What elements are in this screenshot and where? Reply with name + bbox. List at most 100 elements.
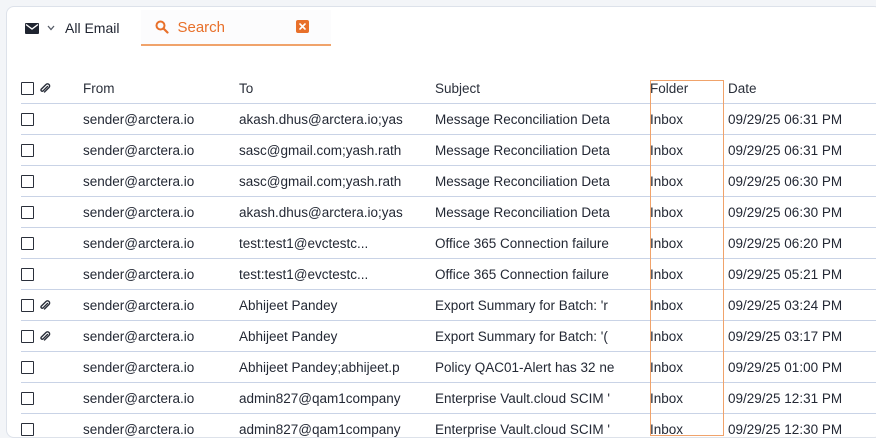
table-row[interactable]: sender@arctera.ioAbhijeet Pandey;abhijee… <box>21 352 876 383</box>
row-checkbox[interactable] <box>21 423 34 436</box>
email-table: From To Subject Folder Date sender@arcte… <box>21 73 876 438</box>
table-row[interactable]: sender@arctera.iosasc@gmail.com;yash.rat… <box>21 135 876 166</box>
row-checkbox[interactable] <box>21 175 34 188</box>
row-from: sender@arctera.io <box>83 414 239 438</box>
table-row[interactable]: sender@arctera.ioadmin827@qam1companyEnt… <box>21 414 876 438</box>
row-to: akash.dhus@arctera.io;yas <box>239 197 435 228</box>
row-folder: Inbox <box>645 352 723 383</box>
row-checkbox-cell <box>21 259 39 290</box>
row-attachment-cell <box>39 104 83 135</box>
row-to: test:test1@evctestc... <box>239 259 435 290</box>
row-from: sender@arctera.io <box>83 166 239 197</box>
row-checkbox[interactable] <box>21 330 34 343</box>
column-header-from[interactable]: From <box>83 73 239 104</box>
row-checkbox-cell <box>21 228 39 259</box>
table-row[interactable]: sender@arctera.iotest:test1@evctestc...O… <box>21 259 876 290</box>
row-to: Abhijeet Pandey <box>239 321 435 352</box>
row-date: 09/29/25 06:31 PM <box>723 104 876 135</box>
envelope-icon <box>25 23 39 34</box>
folder-selector[interactable]: All Email <box>25 13 119 43</box>
row-date: 09/29/25 01:00 PM <box>723 352 876 383</box>
row-attachment-cell <box>39 352 83 383</box>
row-attachment-cell <box>39 290 83 321</box>
row-checkbox[interactable] <box>21 206 34 219</box>
row-folder: Inbox <box>645 290 723 321</box>
table-row[interactable]: sender@arctera.ioadmin827@qam1companyEnt… <box>21 383 876 414</box>
row-date: 09/29/25 06:30 PM <box>723 197 876 228</box>
row-subject: Office 365 Connection failure <box>435 228 645 259</box>
row-from: sender@arctera.io <box>83 104 239 135</box>
row-folder: Inbox <box>645 104 723 135</box>
table-row[interactable]: sender@arctera.ioAbhijeet PandeyExport S… <box>21 321 876 352</box>
column-header-folder[interactable]: Folder <box>645 73 723 104</box>
chevron-down-icon <box>47 25 55 31</box>
column-header-date[interactable]: Date <box>723 73 876 104</box>
row-date: 09/29/25 12:31 PM <box>723 383 876 414</box>
row-from: sender@arctera.io <box>83 352 239 383</box>
row-date: 09/29/25 03:24 PM <box>723 290 876 321</box>
row-attachment-cell <box>39 321 83 352</box>
column-header-to[interactable]: To <box>239 73 435 104</box>
column-header-subject[interactable]: Subject <box>435 73 645 104</box>
row-subject: Enterprise Vault.cloud SCIM ' <box>435 383 645 414</box>
row-folder: Inbox <box>645 383 723 414</box>
row-folder: Inbox <box>645 197 723 228</box>
row-folder: Inbox <box>645 166 723 197</box>
row-checkbox[interactable] <box>21 113 34 126</box>
select-all-cell <box>21 73 39 104</box>
row-checkbox[interactable] <box>21 361 34 374</box>
row-folder: Inbox <box>645 135 723 166</box>
row-subject: Enterprise Vault.cloud SCIM ' <box>435 414 645 438</box>
row-attachment-cell <box>39 414 83 438</box>
table-row[interactable]: sender@arctera.ioAbhijeet PandeyExport S… <box>21 290 876 321</box>
row-subject: Message Reconciliation Deta <box>435 166 645 197</box>
row-checkbox-cell <box>21 166 39 197</box>
row-folder: Inbox <box>645 228 723 259</box>
table-row[interactable]: sender@arctera.iosasc@gmail.com;yash.rat… <box>21 166 876 197</box>
row-from: sender@arctera.io <box>83 228 239 259</box>
row-to: Abhijeet Pandey;abhijeet.p <box>239 352 435 383</box>
row-checkbox[interactable] <box>21 237 34 250</box>
row-subject: Office 365 Connection failure <box>435 259 645 290</box>
table-row[interactable]: sender@arctera.ioakash.dhus@arctera.io;y… <box>21 197 876 228</box>
row-to: sasc@gmail.com;yash.rath <box>239 166 435 197</box>
email-rows: sender@arctera.ioakash.dhus@arctera.io;y… <box>21 104 876 438</box>
row-checkbox[interactable] <box>21 144 34 157</box>
row-date: 09/29/25 03:17 PM <box>723 321 876 352</box>
row-subject: Message Reconciliation Deta <box>435 197 645 228</box>
row-attachment-cell <box>39 166 83 197</box>
row-checkbox[interactable] <box>21 299 34 312</box>
row-date: 09/29/25 06:30 PM <box>723 166 876 197</box>
row-from: sender@arctera.io <box>83 321 239 352</box>
folder-selector-label: All Email <box>65 20 119 36</box>
row-checkbox-cell <box>21 321 39 352</box>
row-folder: Inbox <box>645 414 723 438</box>
row-attachment-cell <box>39 197 83 228</box>
row-to: sasc@gmail.com;yash.rath <box>239 135 435 166</box>
paperclip-icon <box>39 300 51 312</box>
attachment-header[interactable] <box>39 73 83 104</box>
table-row[interactable]: sender@arctera.ioakash.dhus@arctera.io;y… <box>21 104 876 135</box>
row-date: 09/29/25 12:30 PM <box>723 414 876 438</box>
row-checkbox[interactable] <box>21 392 34 405</box>
row-date: 09/29/25 05:21 PM <box>723 259 876 290</box>
row-attachment-cell <box>39 259 83 290</box>
row-to: akash.dhus@arctera.io;yas <box>239 104 435 135</box>
row-attachment-cell <box>39 383 83 414</box>
search-input[interactable] <box>177 19 287 36</box>
row-attachment-cell <box>39 228 83 259</box>
row-folder: Inbox <box>645 321 723 352</box>
row-checkbox[interactable] <box>21 268 34 281</box>
row-subject: Export Summary for Batch: 'r <box>435 290 645 321</box>
row-subject: Message Reconciliation Deta <box>435 104 645 135</box>
select-all-checkbox[interactable] <box>21 82 34 95</box>
row-to: admin827@qam1company <box>239 383 435 414</box>
row-folder: Inbox <box>645 259 723 290</box>
close-icon[interactable] <box>296 20 309 33</box>
table-row[interactable]: sender@arctera.iotest:test1@evctestc...O… <box>21 228 876 259</box>
paperclip-icon <box>39 331 51 343</box>
table-header-row: From To Subject Folder Date <box>21 73 876 104</box>
row-checkbox-cell <box>21 383 39 414</box>
search-tab[interactable] <box>141 10 331 46</box>
row-checkbox-cell <box>21 290 39 321</box>
